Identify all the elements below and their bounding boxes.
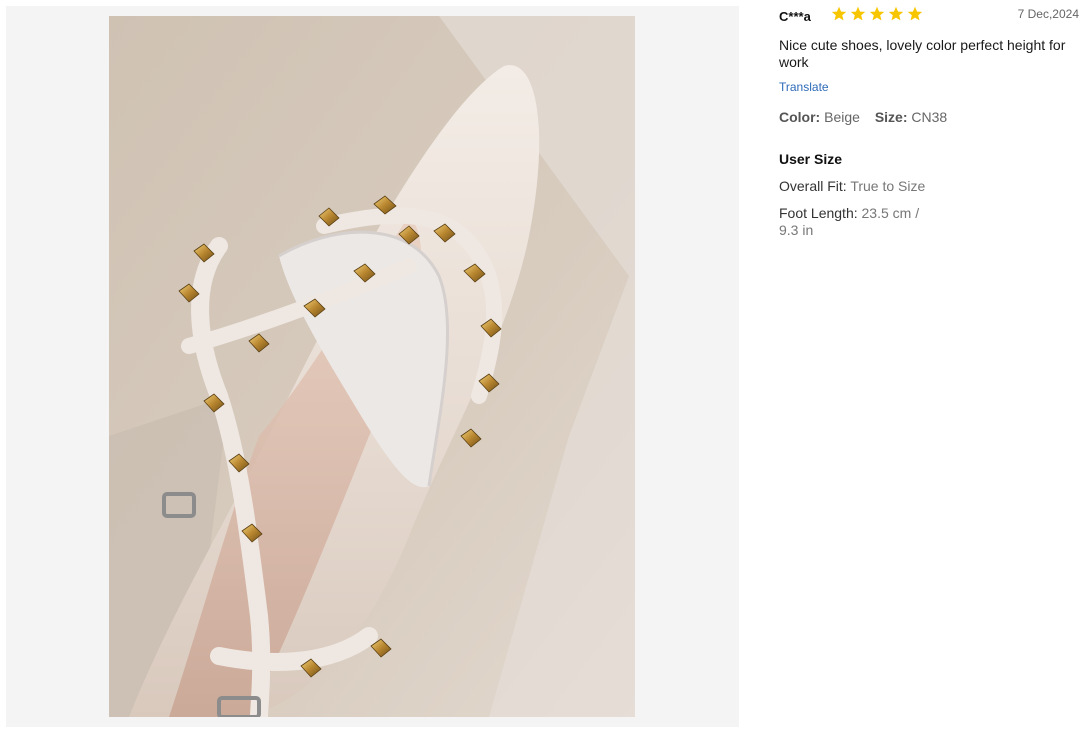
overall-fit: Overall Fit: True to Size (779, 178, 925, 194)
star-icon (831, 6, 847, 21)
review-photo[interactable] (109, 16, 635, 717)
product-attributes: Color: Beige Size: CN38 (779, 109, 947, 125)
translate-link[interactable]: Translate (779, 80, 829, 94)
color-label: Color: (779, 109, 821, 125)
foot-length-label: Foot Length: (779, 205, 858, 221)
foot-length: Foot Length: 23.5 cm / 9.3 in (779, 205, 929, 239)
review-header: C***a 7 Dec,2024 (779, 6, 1079, 28)
review-date: 7 Dec,2024 (1017, 7, 1079, 21)
user-size-heading: User Size (779, 151, 843, 167)
review-text: Nice cute shoes, lovely color perfect he… (779, 37, 1066, 70)
star-icon (888, 6, 904, 21)
color-value: Beige (824, 109, 860, 125)
overall-fit-value: True to Size (850, 178, 926, 194)
star-rating (831, 6, 923, 22)
overall-fit-label: Overall Fit: (779, 178, 847, 194)
star-icon (869, 6, 885, 21)
reviewer-name: C***a (779, 9, 811, 24)
review-photo-panel (6, 6, 739, 727)
size-label: Size: (874, 109, 908, 125)
star-icon (907, 6, 923, 21)
size-value: CN38 (911, 109, 948, 125)
star-icon (850, 6, 866, 21)
